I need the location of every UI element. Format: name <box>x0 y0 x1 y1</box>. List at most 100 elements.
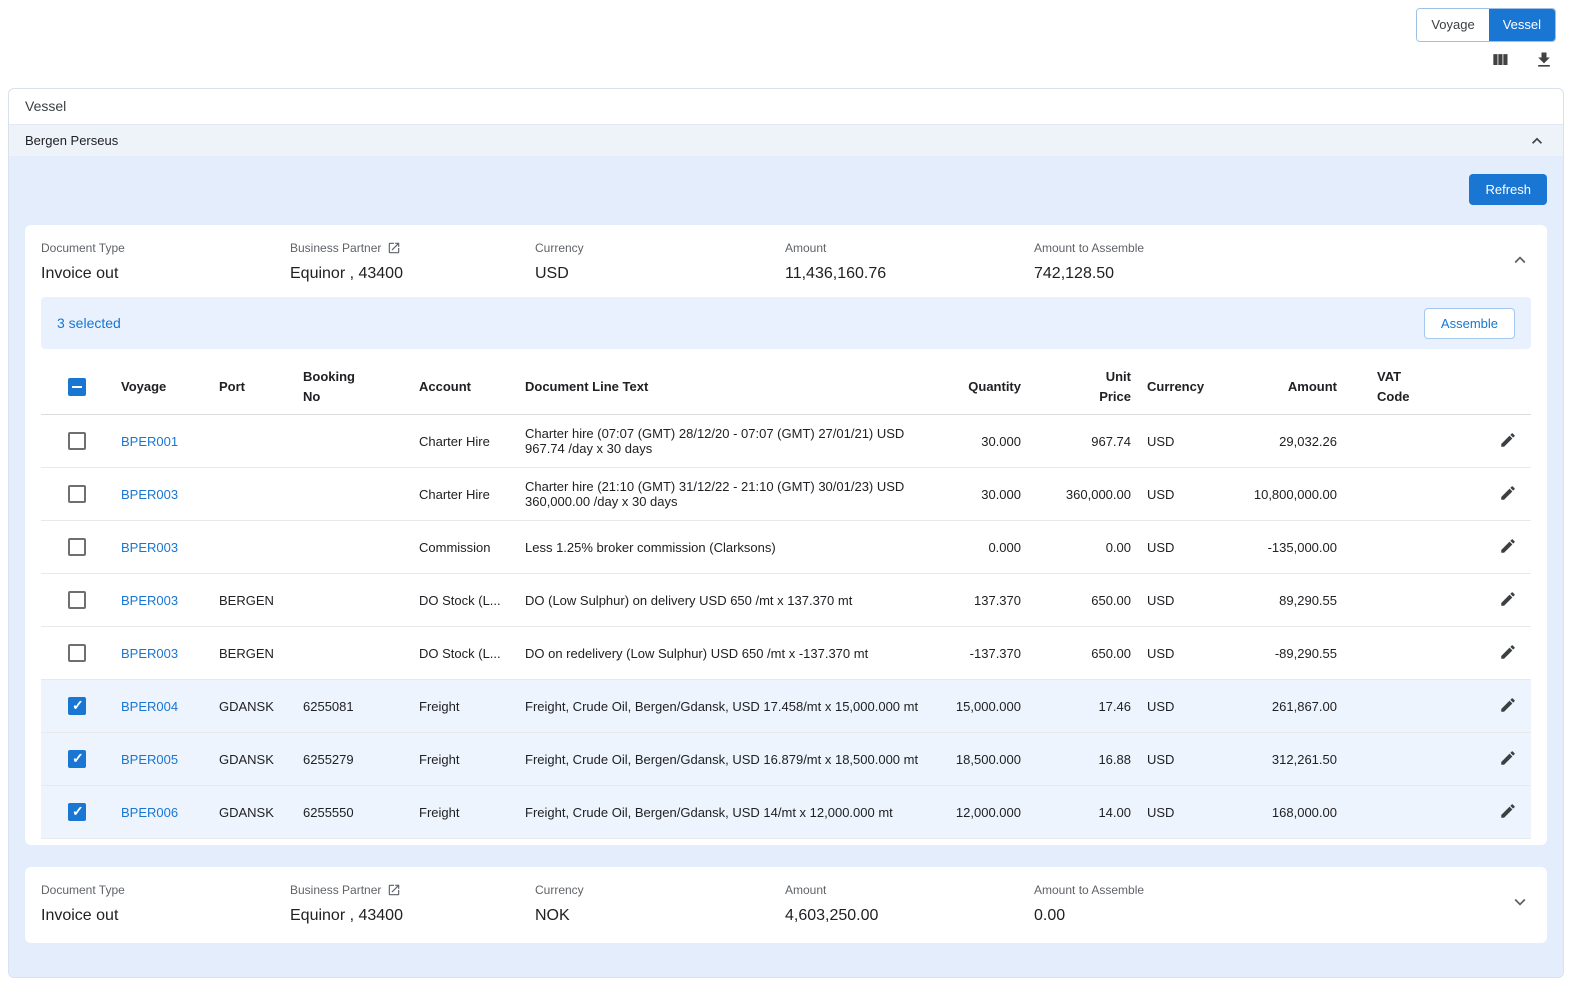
voyage-link[interactable]: BPER003 <box>121 646 178 661</box>
voyage-link[interactable]: BPER003 <box>121 540 178 555</box>
vat-code-header: VAT Code <box>1345 359 1447 415</box>
expand-card-button[interactable] <box>1509 891 1531 916</box>
booking-no-cell: 6255279 <box>295 733 411 786</box>
amount-field: Amount 4,603,250.00 <box>785 883 1034 925</box>
port-header: Port <box>211 359 295 415</box>
row-checkbox[interactable] <box>68 485 86 503</box>
voyage-link[interactable]: BPER003 <box>121 487 178 502</box>
quantity-cell: 15,000.000 <box>937 680 1029 733</box>
vessel-name: Bergen Perseus <box>25 133 118 148</box>
line-text-cell: Less 1.25% broker commission (Clarksons) <box>517 521 937 574</box>
quantity-cell: 18,500.000 <box>937 733 1029 786</box>
account-cell: Charter Hire <box>411 415 517 468</box>
quantity-cell: 30.000 <box>937 468 1029 521</box>
collapse-chevron-icon[interactable] <box>1527 131 1547 151</box>
voyage-link[interactable]: BPER003 <box>121 593 178 608</box>
port-cell: GDANSK <box>211 733 295 786</box>
currency-cell: USD <box>1139 680 1219 733</box>
vessel-toggle-button[interactable]: Vessel <box>1489 9 1555 41</box>
port-cell <box>211 415 295 468</box>
edit-icon[interactable] <box>1499 431 1517 449</box>
account-cell: Freight <box>411 733 517 786</box>
amount-cell: 261,867.00 <box>1219 680 1345 733</box>
vessel-panel: Vessel Bergen Perseus Refresh Document T… <box>8 88 1564 978</box>
line-text-cell: Freight, Crude Oil, Bergen/Gdansk, USD 1… <box>517 786 937 839</box>
port-cell: BERGEN <box>211 574 295 627</box>
edit-icon[interactable] <box>1499 749 1517 767</box>
quantity-cell: -137.370 <box>937 627 1029 680</box>
vat-code-cell <box>1345 680 1447 733</box>
view-toggle: Voyage Vessel <box>1416 8 1556 42</box>
port-cell: GDANSK <box>211 680 295 733</box>
voyage-header: Voyage <box>113 359 211 415</box>
voyage-link[interactable]: BPER006 <box>121 805 178 820</box>
select-all-checkbox[interactable] <box>68 378 86 396</box>
amount-cell: -89,290.55 <box>1219 627 1345 680</box>
unit-price-cell: 967.74 <box>1029 415 1139 468</box>
account-cell: Charter Hire <box>411 468 517 521</box>
edit-icon[interactable] <box>1499 484 1517 502</box>
row-checkbox[interactable] <box>68 432 86 450</box>
booking-no-cell <box>295 574 411 627</box>
currency-cell: USD <box>1139 786 1219 839</box>
vat-code-cell <box>1345 733 1447 786</box>
amount-to-assemble-field: Amount to Assemble 0.00 <box>1034 883 1531 925</box>
port-cell: BERGEN <box>211 627 295 680</box>
edit-icon[interactable] <box>1499 643 1517 661</box>
voyage-toggle-button[interactable]: Voyage <box>1417 9 1488 41</box>
booking-no-header: Booking No <box>295 359 411 415</box>
selected-count: 3 selected <box>57 315 121 331</box>
voyage-link[interactable]: BPER005 <box>121 752 178 767</box>
vat-code-cell <box>1345 415 1447 468</box>
vat-code-cell <box>1345 574 1447 627</box>
edit-icon[interactable] <box>1499 802 1517 820</box>
view-columns-icon[interactable] <box>1490 50 1510 70</box>
row-checkbox[interactable] <box>68 697 86 715</box>
edit-icon[interactable] <box>1499 590 1517 608</box>
open-in-new-icon[interactable] <box>387 241 401 255</box>
currency-cell: USD <box>1139 415 1219 468</box>
vat-code-cell <box>1345 627 1447 680</box>
usd-invoice-summary: Document Type Invoice out Business Partn… <box>41 239 1531 297</box>
currency-field: Currency NOK <box>535 883 785 925</box>
amount-cell: 168,000.00 <box>1219 786 1345 839</box>
amount-to-assemble-field: Amount to Assemble 742,128.50 <box>1034 241 1531 283</box>
selection-toolbar: 3 selected Assemble <box>41 297 1531 349</box>
unit-price-header: Unit Price <box>1029 359 1139 415</box>
vat-code-cell <box>1345 786 1447 839</box>
quantity-cell: 137.370 <box>937 574 1029 627</box>
row-checkbox[interactable] <box>68 644 86 662</box>
account-cell: DO Stock (L... <box>411 627 517 680</box>
amount-cell: 29,032.26 <box>1219 415 1345 468</box>
currency-cell: USD <box>1139 574 1219 627</box>
unit-price-cell: 17.46 <box>1029 680 1139 733</box>
voyage-link[interactable]: BPER004 <box>121 699 178 714</box>
refresh-button[interactable]: Refresh <box>1469 174 1547 205</box>
booking-no-cell <box>295 468 411 521</box>
collapse-card-button[interactable] <box>1509 249 1531 274</box>
account-header: Account <box>411 359 517 415</box>
line-text-cell: Charter hire (21:10 (GMT) 31/12/22 - 21:… <box>517 468 937 521</box>
line-text-cell: Freight, Crude Oil, Bergen/Gdansk, USD 1… <box>517 680 937 733</box>
row-checkbox[interactable] <box>68 538 86 556</box>
quantity-header: Quantity <box>937 359 1029 415</box>
download-icon[interactable] <box>1534 50 1554 70</box>
edit-icon[interactable] <box>1499 696 1517 714</box>
assemble-button[interactable]: Assemble <box>1424 308 1515 339</box>
row-checkbox[interactable] <box>68 750 86 768</box>
quantity-cell: 12,000.000 <box>937 786 1029 839</box>
edit-icon[interactable] <box>1499 537 1517 555</box>
voyage-link[interactable]: BPER001 <box>121 434 178 449</box>
table-actions <box>1490 50 1554 70</box>
row-checkbox[interactable] <box>68 591 86 609</box>
vat-code-cell <box>1345 521 1447 574</box>
account-cell: Freight <box>411 680 517 733</box>
currency-cell: USD <box>1139 521 1219 574</box>
open-in-new-icon[interactable] <box>387 883 401 897</box>
account-cell: Commission <box>411 521 517 574</box>
currency-cell: USD <box>1139 627 1219 680</box>
amount-cell: 89,290.55 <box>1219 574 1345 627</box>
row-checkbox[interactable] <box>68 803 86 821</box>
vessel-group-header[interactable]: Bergen Perseus <box>9 124 1563 156</box>
unit-price-cell: 16.88 <box>1029 733 1139 786</box>
